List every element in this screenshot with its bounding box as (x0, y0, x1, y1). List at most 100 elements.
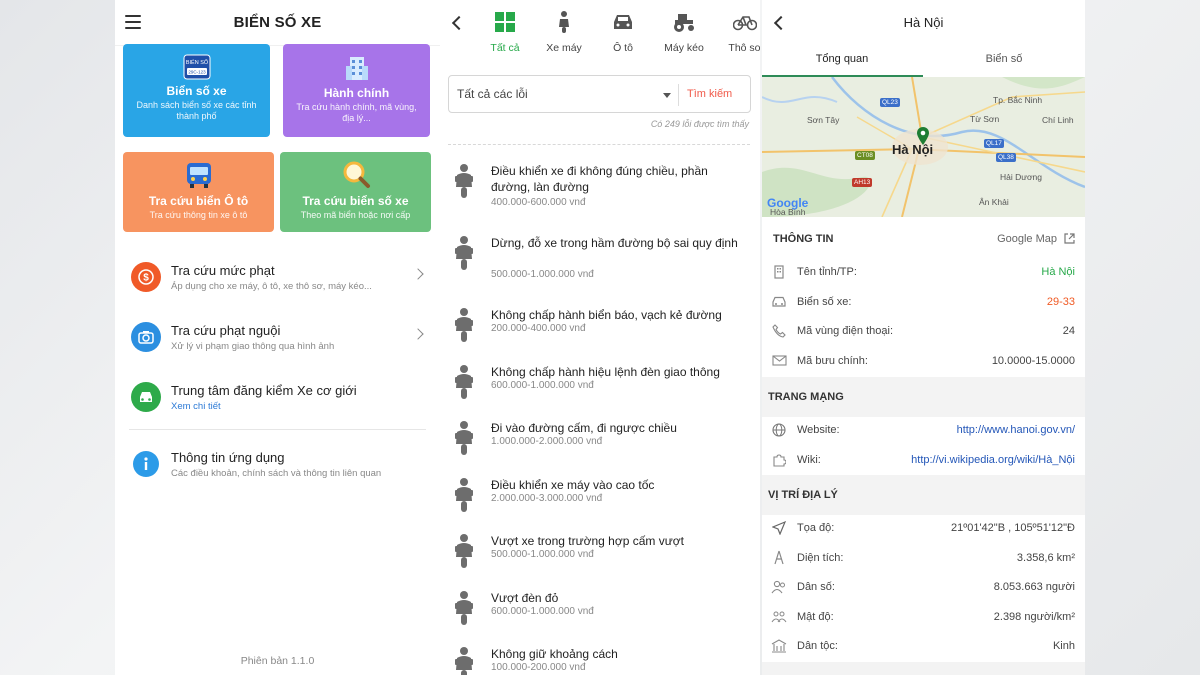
tile-subtitle: Theo mã biển hoặc nơi cấp (300, 210, 411, 220)
view-details-link[interactable]: Xem chi tiết (171, 401, 221, 412)
row-label: Mã bưu chính: (797, 354, 868, 367)
violation-fine: 600.000-1.000.000 vnđ (491, 379, 594, 391)
tile-plate-lookup[interactable]: Tra cứu biển số xe Theo mã biển hoặc nơi… (280, 152, 431, 232)
search-button[interactable]: Tìm kiếm (687, 88, 732, 100)
money-icon: $ (131, 262, 161, 292)
map-label: Tp. Bắc Ninh (993, 95, 1043, 105)
menu-subtitle: Áp dụng cho xe máy, ô tô, xe thô sơ, máy… (171, 281, 372, 292)
building-icon (771, 264, 787, 280)
motorbike-icon (452, 364, 476, 405)
violation-fine: 500.000-1.000.000 vnđ (491, 549, 594, 560)
detail-header: Hà Nội (762, 0, 1085, 46)
violation-fine: 100.000-200.000 vnđ (491, 662, 586, 673)
road-badge: CT08 (855, 151, 875, 160)
row-label: Dân số: (797, 581, 835, 593)
row-link[interactable]: http://vi.wikipedia.org/wiki/Hà_Nội (911, 454, 1075, 466)
violation-fine: 600.000-1.000.000 vnđ (491, 605, 594, 617)
section-footer (762, 662, 1085, 675)
row-value: Kinh (1052, 640, 1075, 652)
info-section-header: THÔNG TIN Google Map (762, 217, 1085, 257)
violation-item[interactable]: Vượt đèn đỏ 600.000-1.000.000 vnđ (440, 580, 760, 637)
violation-name: Điều khiển xe đi không đúng chiều, phần … (491, 164, 708, 194)
section-title: TRANG MẠNG (768, 391, 844, 403)
map-view[interactable]: Tp. Bắc Ninh Sơn Tây Từ Sơn Chí Linh Hải… (762, 77, 1085, 217)
tab-car[interactable]: Ô tô (593, 10, 653, 54)
violation-list: Điều khiển xe đi không đúng chiều, phần … (440, 153, 760, 675)
menu-subtitle: Xử lý vi phạm giao thông qua hình ảnh (171, 341, 335, 352)
menu-item-app-info[interactable]: Thông tin ứng dụng Các điều khoản, chính… (115, 437, 440, 497)
motorbike-icon (452, 590, 476, 631)
map-label: Chí Linh (1042, 115, 1074, 125)
violation-name: Vượt xe trong trường hợp cấm vượt (491, 534, 684, 548)
violation-item[interactable]: Không chấp hành hiệu lệnh đèn giao thông… (440, 354, 760, 411)
tab-label: Xe máy (546, 42, 582, 54)
violation-item[interactable]: Điều khiển xe máy vào cao tốc 2.000.000-3… (440, 467, 760, 524)
detail-row: Biển số xe: 29-33 (762, 289, 1085, 318)
violation-item[interactable]: Vượt xe trong trường hợp cấm vượt 500.000… (440, 523, 760, 580)
violation-fine: 1.000.000-2.000.000 vnđ (491, 436, 603, 447)
tile-license-plates[interactable]: BIỂN SỐ 29C-123 Biển số xe Danh sách biể… (123, 44, 270, 137)
motorbike-icon (452, 533, 476, 574)
divider (448, 144, 750, 145)
tab-bicycle[interactable]: Thô sơ (715, 10, 760, 54)
google-map-link[interactable]: Google Map (997, 233, 1057, 245)
tower-icon (771, 550, 787, 566)
violation-name: Không chấp hành hiệu lệnh đèn giao thông (491, 364, 720, 379)
magnifier-icon (343, 161, 370, 188)
violation-item[interactable]: Dừng, đỗ xe trong hầm đường bộ sai quy đ… (440, 225, 760, 297)
violation-item[interactable]: Không giữ khoảng cách 100.000-200.000 vnđ (440, 636, 760, 675)
svg-text:BIỂN SỐ: BIỂN SỐ (185, 59, 208, 66)
row-label: Biển số xe: (797, 295, 852, 308)
tile-subtitle: Tra cứu thông tin xe ô tô (149, 210, 248, 220)
bus-icon (186, 163, 211, 188)
detail-row: Mã vùng điện thoại: 24 (762, 318, 1085, 347)
detail-row: Website: http://www.hanoi.gov.vn/ (762, 417, 1085, 446)
violation-name: Dừng, đỗ xe trong hầm đường bộ sai quy đ… (491, 236, 738, 250)
map-label: Từ Sơn (970, 114, 1000, 124)
geo-section-header: VỊ TRÍ ĐỊA LÝ (762, 475, 1085, 515)
tile-title: Biển số xe (166, 84, 227, 98)
license-plate-icon: BIỂN SỐ 29C-123 (183, 54, 210, 80)
tile-car-lookup[interactable]: Tra cứu biển Ô tô Tra cứu thông tin xe ô… (123, 152, 274, 232)
tile-administrative[interactable]: Hành chính Tra cứu hành chính, mã vùng, … (283, 44, 430, 137)
road-badge: QL38 (996, 153, 1016, 162)
menu-item-cold-fine[interactable]: Tra cứu phạt nguội Xử lý vi phạm giao th… (115, 310, 440, 370)
map-label: Sơn Tây (807, 115, 840, 125)
navigation-icon (771, 520, 787, 536)
motorbike-icon (452, 307, 476, 348)
row-link[interactable]: http://www.hanoi.gov.vn/ (957, 424, 1075, 436)
menu-subtitle: Các điều khoản, chính sách và thông tin … (171, 468, 382, 479)
violation-item[interactable]: Đi vào đường cấm, đi ngược chiều 1.000.00… (440, 410, 760, 467)
detail-row: Mã bưu chính: 10.0000-15.0000 (762, 348, 1085, 377)
menu-title: Tra cứu mức phạt (171, 263, 275, 278)
people-icon (771, 579, 787, 595)
menu-item-inspection-center[interactable]: Trung tâm đăng kiểm Xe cơ giới Xem chi t… (115, 370, 440, 430)
temple-icon (771, 638, 787, 654)
tile-title: Hành chính (323, 86, 390, 100)
tab-plates[interactable]: Biển số (924, 53, 1084, 65)
tab-motorbike[interactable]: Xe máy (534, 10, 594, 54)
tab-overview[interactable]: Tổng quan (762, 53, 922, 65)
detail-row: Tên tỉnh/TP: Hà Nội (762, 259, 1085, 288)
external-link-icon[interactable] (1064, 233, 1075, 244)
row-label: Wiki: (797, 453, 821, 466)
row-label: Mã vùng điện thoại: (797, 325, 894, 337)
divider (129, 429, 426, 430)
tab-all[interactable]: Tất cả (475, 10, 535, 54)
motorbike-icon (452, 477, 476, 518)
violation-name: Đi vào đường cấm, đi ngược chiều (491, 421, 677, 435)
map-city-label: Hà Nội (892, 142, 934, 157)
tab-tractor[interactable]: Máy kéo (654, 10, 714, 54)
violation-item[interactable]: Không chấp hành biển báo, vạch kẻ đường 2… (440, 297, 760, 354)
violation-item[interactable]: Điều khiển xe đi không đúng chiều, phần … (440, 153, 760, 225)
tab-label: Ô tô (613, 42, 633, 54)
map-label: Hải Dương (1000, 172, 1042, 182)
violation-filter-select[interactable]: Tất cả các lỗi (457, 87, 528, 101)
back-icon[interactable] (451, 15, 467, 31)
building-icon (345, 57, 368, 80)
mail-icon (771, 353, 787, 369)
menu-item-fine-lookup[interactable]: $ Tra cứu mức phạt Áp dụng cho xe máy, ô… (115, 250, 440, 310)
phone-icon (771, 323, 787, 339)
puzzle-icon (771, 452, 787, 468)
dropdown-arrow-icon[interactable] (663, 93, 671, 98)
